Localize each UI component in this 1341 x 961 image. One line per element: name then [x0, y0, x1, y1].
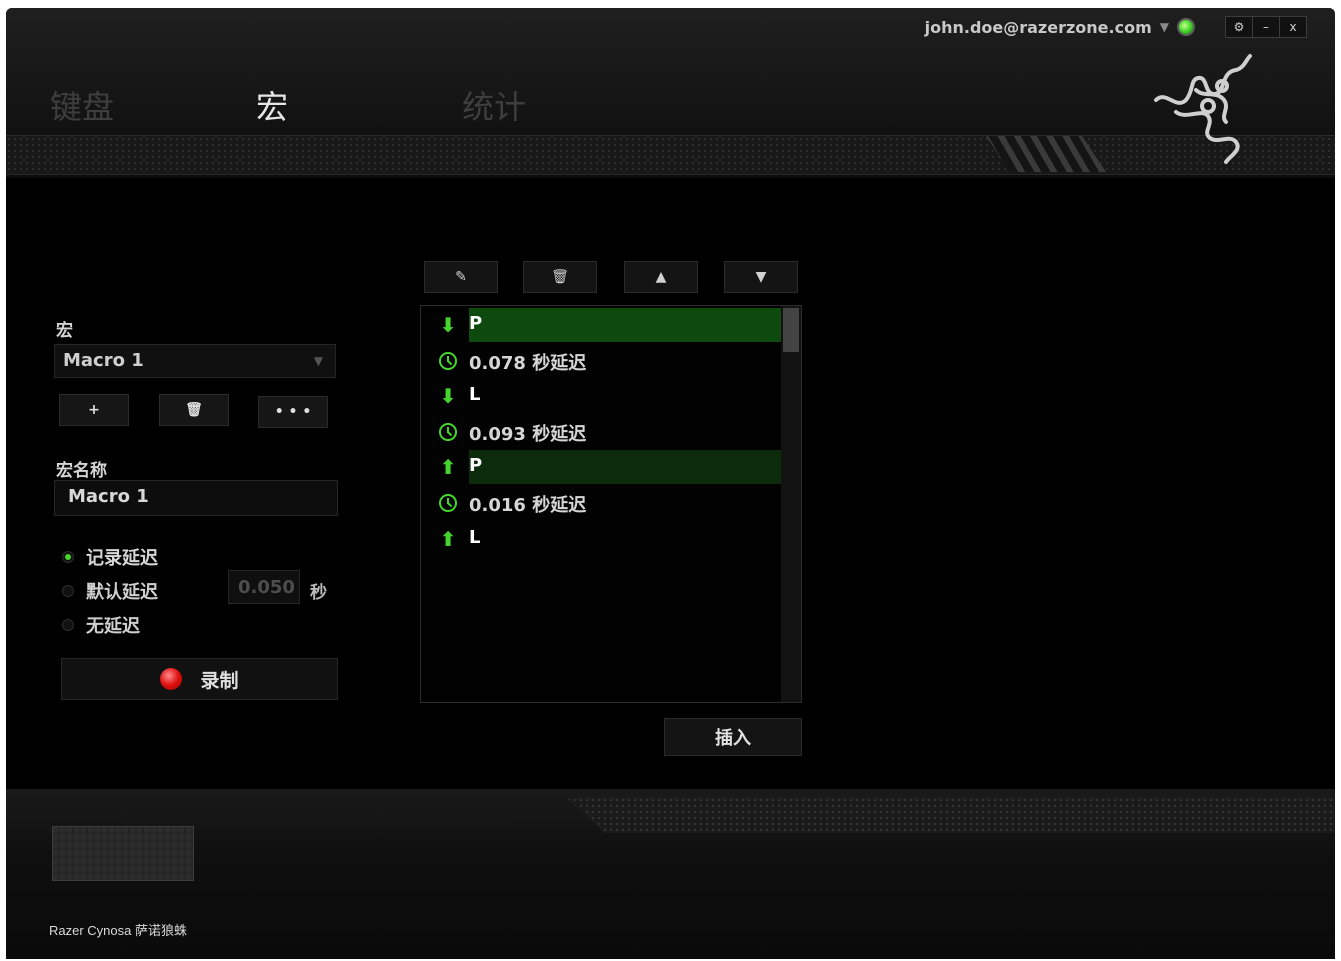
delete-event-button[interactable]: 🗑 [523, 261, 597, 293]
device-name: Razer Cynosa 萨诺狼蛛 [49, 923, 187, 938]
default-delay-input[interactable]: 0.050 [228, 570, 300, 604]
user-bar: john.doe@razerzone.com ▼ ⚙ – x [925, 16, 1307, 38]
chevron-down-icon: ▼ [313, 354, 323, 368]
list-scrollbar[interactable] [781, 306, 801, 702]
row-highlight [469, 308, 781, 342]
radio-label: 记录延迟 [86, 548, 158, 569]
key-down-icon: ⬇ [439, 313, 457, 337]
event-row[interactable]: ⬇ P [421, 307, 781, 343]
add-macro-button[interactable]: + [59, 394, 129, 426]
synapse-window: john.doe@razerzone.com ▼ ⚙ – x 键盘 宏 统计 宏… [6, 8, 1335, 959]
event-row[interactable]: 0.093 秒延迟 [421, 414, 781, 450]
online-status-icon [1177, 18, 1195, 36]
key-up-icon: ⬆ [439, 527, 457, 551]
settings-button[interactable]: ⚙ [1226, 17, 1252, 37]
move-down-button[interactable]: ▼ [724, 261, 798, 293]
key-down-icon: ⬇ [439, 384, 457, 408]
record-dot-icon [160, 668, 183, 690]
minimize-button[interactable]: – [1252, 17, 1279, 37]
event-text: 0.078 秒延迟 [469, 353, 587, 374]
radio-dot[interactable] [62, 551, 74, 563]
insert-button[interactable]: 插入 [664, 718, 802, 756]
macro-section-label: 宏 [56, 321, 73, 341]
macro-name-label: 宏名称 [56, 461, 107, 481]
radio-label: 无延迟 [86, 616, 140, 637]
macro-name-input[interactable]: Macro 1 [54, 480, 338, 516]
event-row[interactable]: 0.016 秒延迟 [421, 485, 781, 521]
tab-keyboard[interactable]: 键盘 [50, 82, 256, 128]
radio-dot[interactable] [62, 619, 74, 631]
event-row[interactable]: ⬆ L [421, 521, 781, 557]
event-text: P [469, 455, 483, 476]
record-button[interactable]: 录制 [61, 658, 338, 700]
close-button[interactable]: x [1279, 17, 1306, 37]
user-email[interactable]: john.doe@razerzone.com [925, 18, 1152, 37]
keyboard-device-image[interactable] [52, 826, 194, 881]
seconds-label: 秒 [310, 583, 327, 603]
window-controls: ⚙ – x [1225, 16, 1307, 38]
tab-stats[interactable]: 统计 [462, 82, 668, 128]
macro-select-value: Macro 1 [63, 350, 144, 371]
clock-icon [437, 350, 459, 372]
move-up-button[interactable]: ▲ [624, 261, 698, 293]
event-text: L [469, 527, 481, 548]
event-row[interactable]: ⬇ L [421, 378, 781, 414]
row-highlight [469, 450, 781, 484]
clock-icon [437, 492, 459, 514]
event-text: 0.016 秒延迟 [469, 495, 587, 516]
tab-macro[interactable]: 宏 [256, 82, 462, 128]
razer-snake-logo-icon [1154, 54, 1252, 164]
event-text: P [469, 313, 483, 334]
more-options-button[interactable]: • • • [258, 396, 328, 428]
key-up-icon: ⬆ [439, 455, 457, 479]
radio-no-delay[interactable]: 无延迟 [62, 612, 140, 638]
macro-select[interactable]: Macro 1 ▼ [54, 344, 336, 378]
radio-record-delay[interactable]: 记录延迟 [62, 544, 158, 570]
clock-icon [437, 421, 459, 443]
event-row[interactable]: ⬆ P [421, 449, 781, 485]
edit-event-button[interactable]: ✎ [424, 261, 498, 293]
radio-dot[interactable] [62, 585, 74, 597]
macro-event-list[interactable]: ⬇ P 0.078 秒延迟 ⬇ L 0.093 秒延迟 ⬆ P 0.016 秒延… [420, 305, 802, 703]
radio-default-delay[interactable]: 默认延迟 [62, 578, 158, 604]
account-dropdown-icon[interactable]: ▼ [1160, 20, 1169, 34]
header-hex-strip [6, 135, 1335, 175]
main-tabs: 键盘 宏 统计 [50, 82, 668, 128]
footer-hex-strip [566, 797, 1335, 833]
record-label: 录制 [200, 669, 239, 692]
event-text: L [469, 384, 481, 405]
event-text: 0.093 秒延迟 [469, 424, 587, 445]
delete-macro-button[interactable]: 🗑 [159, 394, 229, 426]
radio-label: 默认延迟 [86, 582, 158, 603]
scrollbar-thumb[interactable] [783, 308, 799, 352]
event-row[interactable]: 0.078 秒延迟 [421, 343, 781, 379]
